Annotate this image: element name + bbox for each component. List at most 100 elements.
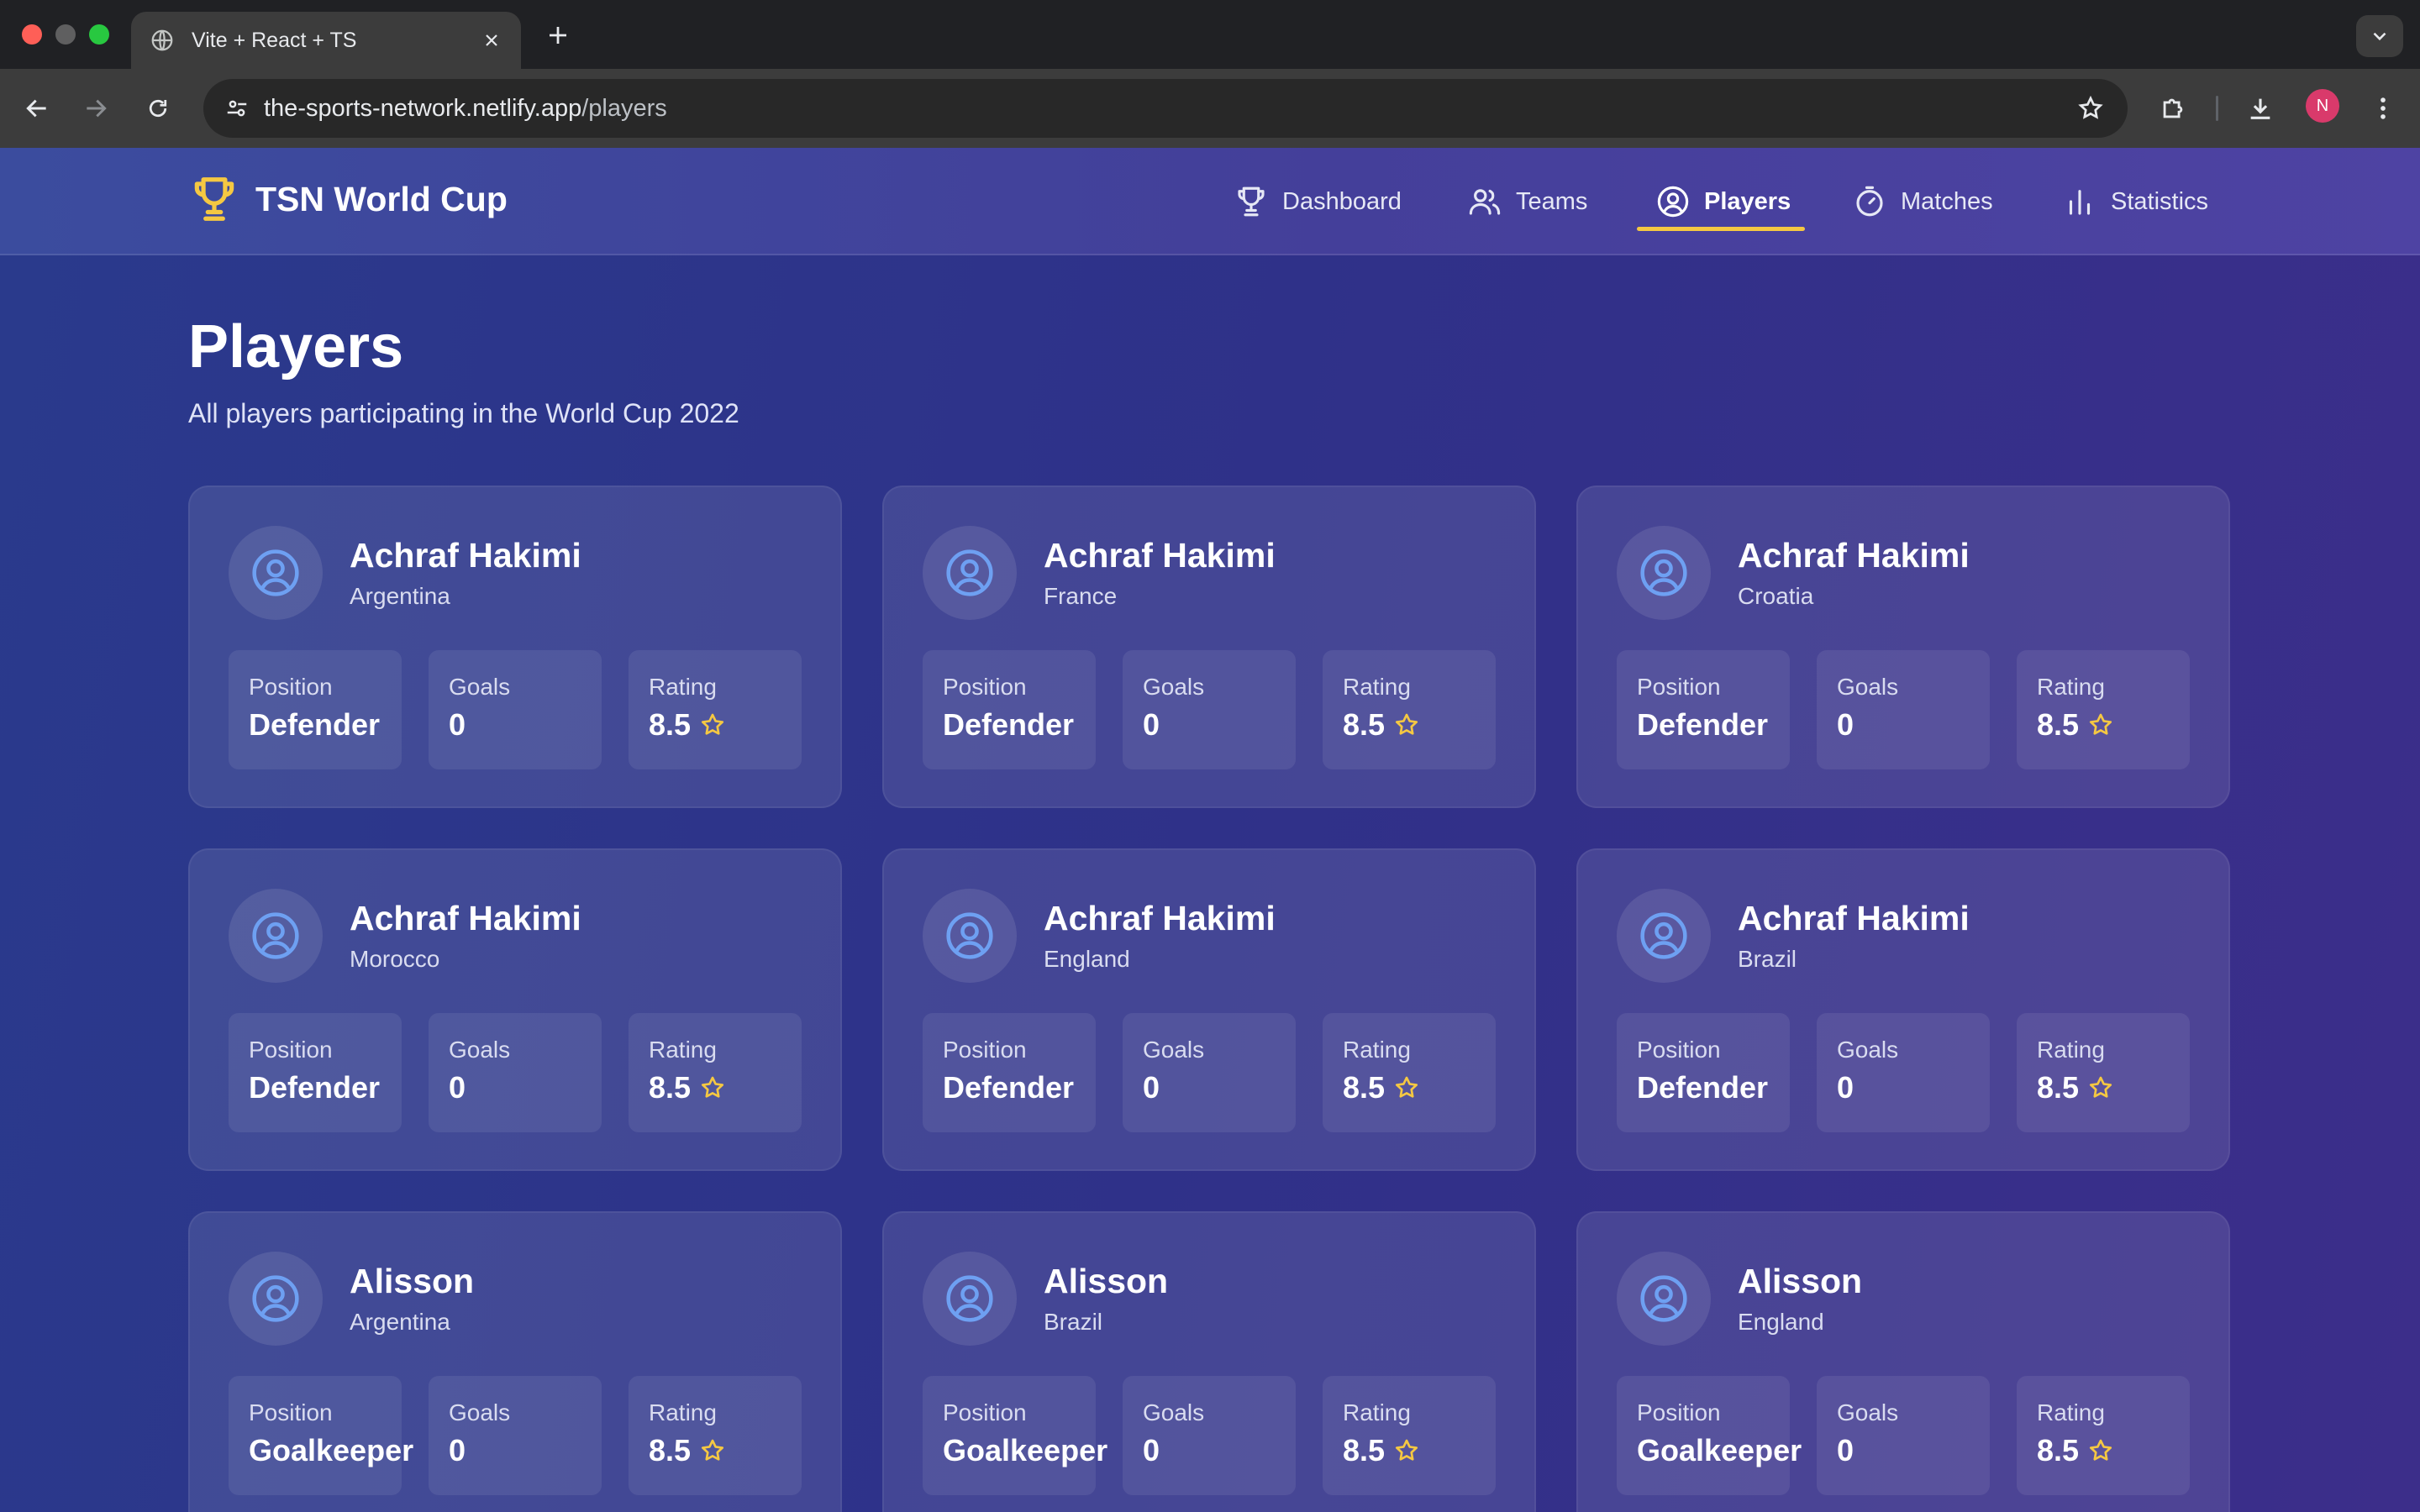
stat-position: Position Defender — [923, 1013, 1096, 1132]
stat-position: Position Goalkeeper — [923, 1376, 1107, 1495]
stat-goals: Goals 0 — [1817, 650, 1990, 769]
new-tab-icon[interactable] — [541, 18, 575, 52]
maximize-window-button[interactable] — [89, 24, 109, 45]
page-subtitle: All players participating in the World C… — [188, 398, 739, 428]
player-name: Alisson — [1044, 1262, 1169, 1300]
stat-label: Position — [943, 1037, 1027, 1063]
player-card[interactable]: Achraf Hakimi Croatia Position Defender … — [1576, 486, 2230, 808]
stat-label: Goals — [1143, 1399, 1205, 1425]
avatar — [923, 1252, 1017, 1346]
stat-value: Defender — [943, 707, 1074, 743]
stat-goals: Goals 0 — [429, 1013, 602, 1132]
goals-value: 0 — [449, 1070, 466, 1105]
trophy-icon — [1238, 186, 1265, 217]
brand[interactable]: TSN World Cup — [188, 173, 508, 225]
globe-icon — [150, 28, 175, 53]
more-menu-icon[interactable] — [2363, 88, 2403, 129]
player-team: Brazil — [1044, 1309, 1103, 1335]
player-card[interactable]: Alisson England Position Goalkeeper Goal… — [1576, 1211, 2230, 1512]
nav-statistics[interactable]: Statistics — [2062, 148, 2208, 255]
back-arrow-icon[interactable] — [17, 88, 57, 129]
stat-label: Rating — [1343, 1399, 1411, 1425]
stat-value: Defender — [249, 1070, 380, 1105]
address-bar[interactable]: the-sports-network.netlify.app/players — [203, 79, 2128, 138]
nav-matches[interactable]: Matches — [1852, 148, 1993, 255]
star-icon — [2089, 1076, 2112, 1098]
goals-value: 0 — [1143, 707, 1160, 742]
stat-goals: Goals 0 — [1817, 1013, 1990, 1132]
stat-label: Rating — [649, 1037, 717, 1063]
rating-value: 8.5 — [1343, 1433, 1386, 1467]
extensions-puzzle-icon[interactable] — [2153, 88, 2193, 129]
stat-value: 0 — [449, 1070, 466, 1105]
close-window-button[interactable] — [22, 24, 42, 45]
position-value: Goalkeeper — [249, 1433, 414, 1467]
nav-players[interactable]: Players — [1655, 148, 1791, 255]
stat-label: Position — [249, 1399, 333, 1425]
timer-icon — [1856, 186, 1883, 217]
player-card[interactable]: Achraf Hakimi England Position Defender … — [882, 848, 1536, 1171]
stat-label: Goals — [1143, 674, 1205, 700]
player-card[interactable]: Achraf Hakimi Brazil Position Defender G… — [1576, 848, 2230, 1171]
player-name: Achraf Hakimi — [1738, 899, 1970, 937]
stat-value: 8.5 — [2037, 707, 2114, 743]
position-value: Defender — [249, 707, 381, 742]
position-value: Goalkeeper — [1637, 1433, 1802, 1467]
profile-avatar[interactable]: N — [2306, 89, 2339, 123]
player-team: Argentina — [350, 1309, 450, 1335]
nav-dashboard[interactable]: Dashboard — [1234, 148, 1402, 255]
rating-value: 8.5 — [1343, 707, 1386, 742]
star-icon — [701, 1076, 724, 1098]
star-icon — [1395, 1076, 1418, 1098]
user-circle-icon — [1640, 912, 1687, 959]
close-tab-icon[interactable] — [479, 28, 504, 53]
nav-teams[interactable]: Teams — [1467, 148, 1587, 255]
nav-players-label: Players — [1704, 187, 1791, 215]
avatar — [229, 1252, 323, 1346]
tab-search-chevron-icon[interactable] — [2356, 15, 2403, 57]
rating-value: 8.5 — [649, 1070, 692, 1105]
user-circle-icon — [252, 549, 299, 596]
rating-value: 8.5 — [1343, 1070, 1386, 1105]
download-icon[interactable] — [2240, 88, 2281, 129]
stat-rating: Rating 8.5 — [1323, 1013, 1496, 1132]
star-icon — [701, 713, 724, 735]
position-value: Defender — [943, 707, 1075, 742]
reload-icon[interactable] — [138, 88, 178, 129]
stat-value: 8.5 — [2037, 1070, 2114, 1105]
stat-position: Position Defender — [1617, 1013, 1790, 1132]
browser-tab-active[interactable]: Vite + React + TS — [131, 12, 521, 69]
player-card[interactable]: Alisson Argentina Position Goalkeeper Go… — [188, 1211, 842, 1512]
player-card[interactable]: Alisson Brazil Position Goalkeeper Goals… — [882, 1211, 1536, 1512]
position-value: Defender — [249, 1070, 381, 1105]
site-settings-icon[interactable] — [217, 88, 257, 129]
goals-value: 0 — [449, 707, 466, 742]
page-viewport: TSN World Cup Dashboard Teams Players Ma… — [0, 148, 2420, 1512]
player-name: Alisson — [1738, 1262, 1863, 1300]
avatar — [229, 889, 323, 983]
nav-dashboard-label: Dashboard — [1282, 187, 1402, 215]
stat-position: Position Defender — [229, 650, 402, 769]
stat-label: Goals — [449, 674, 511, 700]
player-team: Croatia — [1738, 583, 1814, 609]
rating-value: 8.5 — [649, 1433, 692, 1467]
stat-position: Position Goalkeeper — [1617, 1376, 1802, 1495]
player-card[interactable]: Achraf Hakimi Morocco Position Defender … — [188, 848, 842, 1171]
avatar — [1617, 526, 1711, 620]
app-header: TSN World Cup Dashboard Teams Players Ma… — [0, 148, 2420, 255]
user-circle-icon — [252, 1275, 299, 1322]
avatar — [1617, 1252, 1711, 1346]
forward-arrow-icon[interactable] — [76, 88, 116, 129]
stat-label: Goals — [1837, 1399, 1899, 1425]
minimize-window-button[interactable] — [55, 24, 76, 45]
stat-value: 8.5 — [1343, 707, 1420, 743]
bookmark-star-icon[interactable] — [2070, 88, 2111, 129]
player-card[interactable]: Achraf Hakimi Argentina Position Defende… — [188, 486, 842, 808]
stat-goals: Goals 0 — [429, 650, 602, 769]
stat-rating: Rating 8.5 — [629, 1376, 802, 1495]
stat-value: 8.5 — [649, 707, 726, 743]
rating-value: 8.5 — [2037, 1433, 2080, 1467]
player-card[interactable]: Achraf Hakimi France Position Defender G… — [882, 486, 1536, 808]
star-icon — [1395, 713, 1418, 735]
stat-position: Position Goalkeeper — [229, 1376, 413, 1495]
